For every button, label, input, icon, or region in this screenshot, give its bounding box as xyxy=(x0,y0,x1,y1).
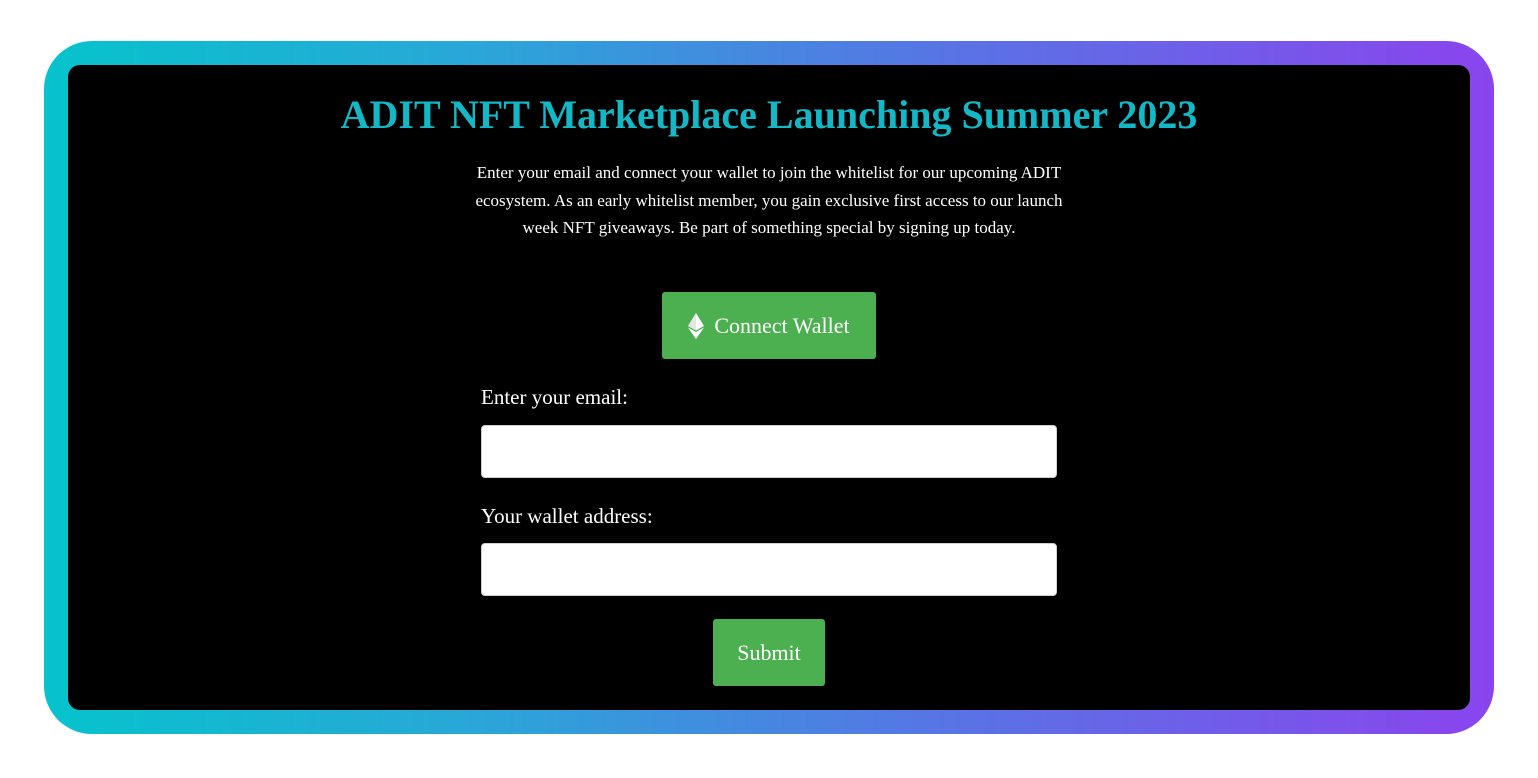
whitelist-panel: ADIT NFT Marketplace Launching Summer 20… xyxy=(68,65,1470,710)
email-input[interactable] xyxy=(481,425,1057,478)
connect-wallet-button[interactable]: Connect Wallet xyxy=(662,292,876,359)
email-label: Enter your email: xyxy=(481,385,628,409)
connect-wallet-label: Connect Wallet xyxy=(714,312,850,338)
submit-button[interactable]: Submit xyxy=(713,619,825,686)
wallet-address-input[interactable] xyxy=(481,543,1057,596)
ethereum-icon xyxy=(688,312,705,339)
gradient-border-frame: ADIT NFT Marketplace Launching Summer 20… xyxy=(44,41,1494,734)
page-description: Enter your email and connect your wallet… xyxy=(475,163,1063,237)
wallet-address-label: Your wallet address: xyxy=(481,504,653,528)
page-title: ADIT NFT Marketplace Launching Summer 20… xyxy=(340,92,1198,137)
